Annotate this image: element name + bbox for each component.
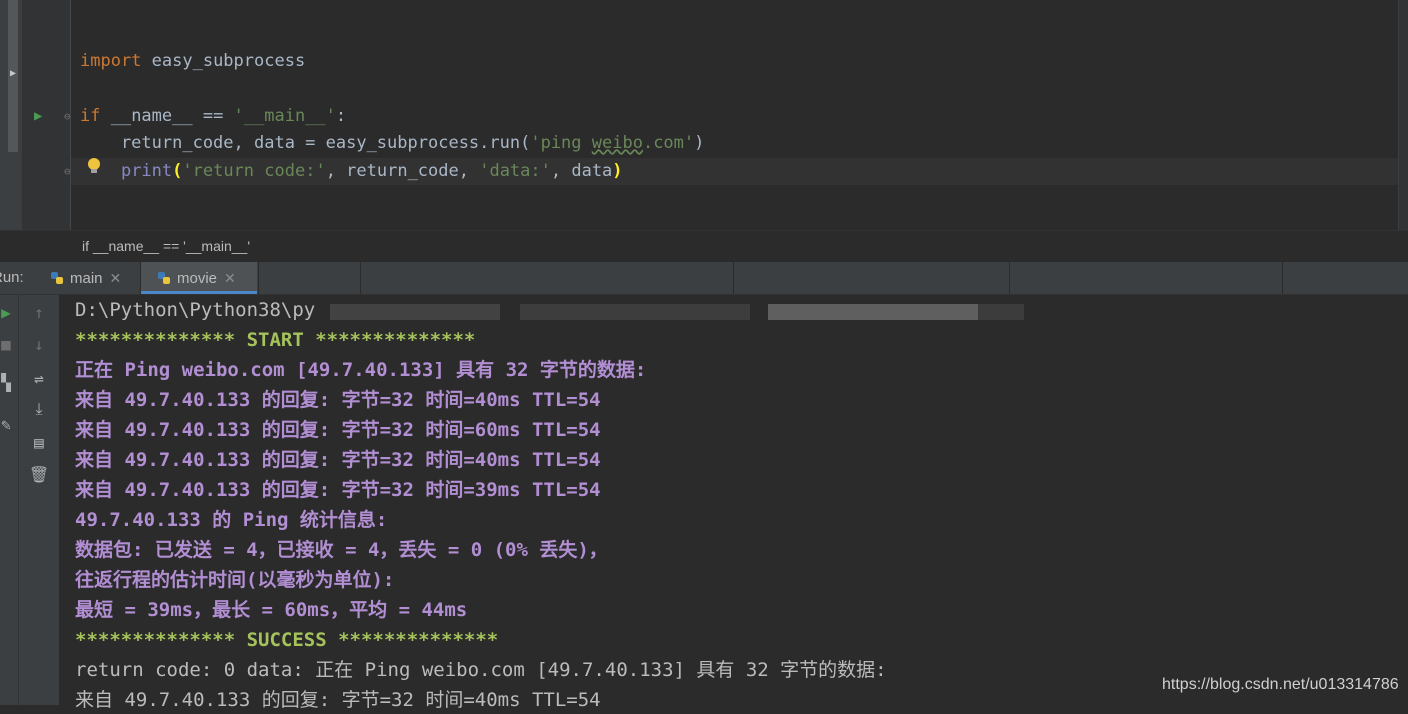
code-token: import — [80, 51, 142, 71]
console-line: 最短 = 39ms，最长 = 60ms，平均 = 44ms — [75, 599, 468, 621]
code-line-import[interactable]: import easy_subprocess — [80, 49, 305, 73]
code-token: return_code, data = easy_subprocess.run( — [80, 133, 531, 153]
code-token: , data — [550, 161, 613, 181]
console-line: return code: 0 data: 正在 Ping weibo.com [… — [75, 659, 887, 681]
tab-movie[interactable]: movie ✕ — [141, 262, 257, 294]
console-line: 来自 49.7.40.133 的回复: 字节=32 时间=60ms TTL=54 — [75, 419, 601, 441]
tab-label: movie — [177, 270, 218, 287]
code-token: if — [80, 106, 101, 126]
tab-separator — [1009, 262, 1010, 294]
stop-icon[interactable]: ■ — [0, 335, 18, 354]
rerun-icon[interactable]: ▶ — [0, 303, 18, 322]
console-line: ************** SUCCESS ************** — [75, 629, 499, 651]
editor-side-strip: ▶ — [0, 0, 22, 262]
scroll-to-end-icon[interactable]: ⤓ — [27, 399, 51, 419]
code-token: '__main__' — [233, 106, 336, 126]
code-token: 'data:' — [479, 161, 551, 181]
run-actions-toolbar: ▶ ■ ▚ ✎ — [0, 295, 18, 705]
console-line: 来自 49.7.40.133 的回复: 字节=32 时间=40ms TTL=54 — [75, 389, 601, 411]
close-icon[interactable]: ✕ — [110, 270, 122, 286]
close-icon[interactable]: ✕ — [224, 270, 236, 286]
console-actions-toolbar: ↑ ↓ ⇌ ⤓ ▤ 🗑 — [18, 295, 59, 705]
code-editor[interactable]: ▶ ▶ ⊖ ⊖ import easy_subprocess if __name… — [0, 0, 1408, 263]
code-token: weibo — [591, 133, 643, 153]
code-token: __name__ == — [100, 106, 234, 126]
console-line: 49.7.40.133 的 Ping 统计信息: — [75, 509, 388, 531]
print-icon[interactable]: ▤ — [27, 433, 51, 452]
down-arrow-icon[interactable]: ↓ — [27, 335, 51, 354]
console-line: 正在 Ping weibo.com [49.7.40.133] 具有 32 字节… — [75, 359, 647, 381]
watermark: https://blog.csdn.net/u013314786 — [1162, 676, 1399, 693]
trash-icon[interactable]: 🗑 — [27, 465, 51, 484]
console-line: 来自 49.7.40.133 的回复: 字节=32 时间=40ms TTL=54 — [75, 689, 601, 711]
run-gutter-icon[interactable]: ▶ — [34, 108, 42, 124]
expand-arrow-icon[interactable]: ▶ — [10, 68, 16, 79]
python-file-icon — [158, 272, 170, 284]
code-token: ) — [612, 161, 623, 181]
console-line: D:\Python\Python38\py — [75, 299, 316, 321]
editor-right-scrollbar[interactable] — [1398, 0, 1408, 262]
redacted-path — [978, 304, 1024, 320]
console-line: ************** START ************** — [75, 329, 476, 351]
tab-separator — [360, 262, 361, 294]
run-label: Run: — [0, 269, 24, 286]
console-line: 往返行程的估计时间(以毫秒为单位): — [75, 569, 395, 591]
tab-separator — [258, 262, 259, 294]
code-token: : — [335, 106, 347, 126]
code-line-print[interactable]: print('return code:', return_code, 'data… — [80, 159, 623, 183]
code-token: 'ping — [530, 133, 592, 153]
fold-end-icon[interactable]: ⊖ — [64, 165, 71, 178]
up-arrow-icon[interactable]: ↑ — [27, 303, 51, 322]
redacted-path — [520, 304, 750, 320]
line-gutter — [22, 0, 70, 230]
code-line-run[interactable]: return_code, data = easy_subprocess.run(… — [80, 131, 704, 155]
redacted-path — [330, 304, 500, 320]
code-line-if-main[interactable]: if __name__ == '__main__': — [80, 104, 346, 128]
code-token: easy_subprocess — [141, 51, 306, 71]
tab-separator — [1282, 262, 1283, 294]
redacted-path — [768, 304, 978, 320]
code-token: 'return code:' — [182, 161, 326, 181]
tab-main[interactable]: main ✕ — [40, 262, 138, 294]
soft-wrap-icon[interactable]: ⇌ — [27, 369, 51, 388]
console-line: 来自 49.7.40.133 的回复: 字节=32 时间=39ms TTL=54 — [75, 479, 601, 501]
code-token: , return_code, — [325, 161, 480, 181]
tab-separator — [733, 262, 734, 294]
console-line: 来自 49.7.40.133 的回复: 字节=32 时间=40ms TTL=54 — [75, 449, 601, 471]
code-token: ( — [172, 161, 183, 181]
tab-label: main — [70, 270, 103, 287]
breadcrumb[interactable]: if __name__ == '__main__' — [82, 238, 250, 254]
code-token: ) — [694, 133, 705, 153]
pin-icon[interactable]: ✎ — [0, 415, 18, 434]
console-line: 数据包: 已发送 = 4，已接收 = 4，丢失 = 0 (0% 丢失)， — [75, 539, 608, 561]
fold-icon[interactable]: ⊖ — [64, 110, 71, 123]
code-token: print — [120, 161, 173, 181]
code-token: .com' — [642, 133, 695, 153]
layout-icon[interactable]: ▚ — [0, 373, 18, 392]
python-file-icon — [51, 272, 63, 284]
